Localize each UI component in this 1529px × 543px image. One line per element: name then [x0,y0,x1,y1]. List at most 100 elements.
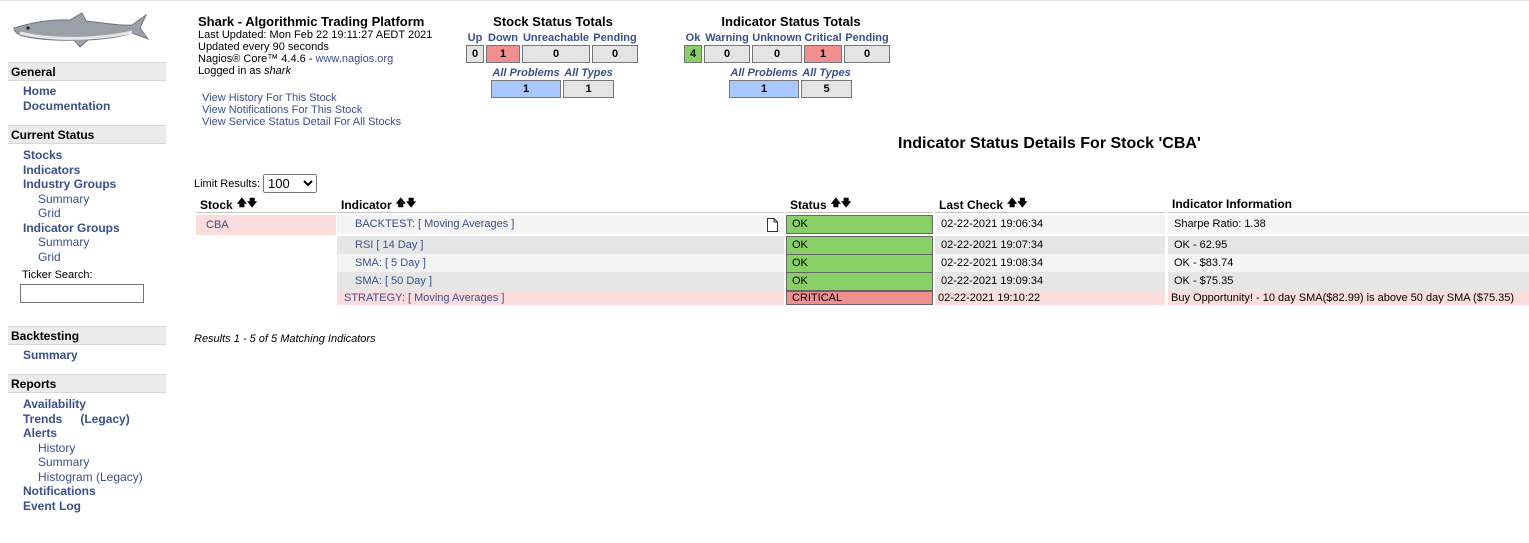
limit-results: Limit Results: 100 [194,174,318,193]
column-header-stock-label: Stock [200,198,233,212]
indicator-critical-count[interactable]: 1 [804,45,842,63]
nav-industry-groups-summary[interactable]: Summary [8,192,166,207]
view-service-status-link[interactable]: View Service Status Detail For All Stock… [202,116,401,128]
nav-backtesting: Backtesting Summary [8,326,166,363]
view-history-link[interactable]: View History For This Stock [202,92,401,104]
indicator-ok-label[interactable]: Ok [686,32,701,45]
ticker-search-label: Ticker Search: [22,269,93,281]
stock-down-label[interactable]: Down [488,32,518,45]
indicator-ok-count[interactable]: 4 [684,45,702,63]
nav-header-current-status: Current Status [8,125,166,144]
nav-indicators[interactable]: Indicators [8,163,166,178]
sort-arrows-icon[interactable]: 🡅🡇 [1007,198,1028,209]
stock-up-label[interactable]: Up [468,32,483,45]
nav-documentation[interactable]: Documentation [8,99,166,114]
nav-availability[interactable]: Availability [8,397,166,412]
last-check-cell: 02-22-2021 19:10:22 [935,291,1165,305]
update-interval: Updated every 90 seconds [198,41,329,53]
indicator-link-backtest[interactable]: BACKTEST: [ Moving Averages ] [343,218,514,230]
column-header-indicator-label: Indicator [341,198,392,212]
stock-all-types-label[interactable]: All Types [564,67,613,80]
nav-notifications[interactable]: Notifications [8,484,166,499]
platform-info: Shark - Algorithmic Trading Platform Las… [198,14,458,77]
stock-all-types-count[interactable]: 1 [563,80,614,98]
column-header-indicator-information: Indicator Information [1168,195,1529,213]
indicator-critical-label[interactable]: Critical [804,32,841,45]
nav-current-status: Current Status Stocks Indicators Industr… [8,125,166,303]
indicator-cell-strategy[interactable]: STRATEGY: [ Moving Averages ] [337,291,784,305]
nagios-link[interactable]: www.nagios.org [316,53,394,65]
column-header-status[interactable]: Status 🡅🡇 [786,195,933,213]
logged-in-user: shark [264,65,291,77]
view-notifications-link[interactable]: View Notifications For This Stock [202,104,401,116]
column-header-last-check[interactable]: Last Check 🡅🡇 [935,195,1165,213]
indicator-unknown-count[interactable]: 0 [752,45,802,63]
nav-trends-legacy[interactable]: (Legacy) [80,412,129,426]
stock-down-count[interactable]: 1 [486,45,520,63]
nav-header-backtesting: Backtesting [8,326,166,345]
sort-arrows-icon[interactable]: 🡅🡇 [831,198,852,209]
indicator-cell-sma-5[interactable]: SMA: [ 5 Day ] [337,254,784,273]
nav-alerts[interactable]: Alerts [8,426,166,441]
stock-cell[interactable]: CBA [196,215,336,235]
ticker-search-input[interactable] [20,284,144,303]
indicator-all-types-count[interactable]: 5 [801,80,852,98]
nav-general: General Home Documentation [8,62,166,113]
stock-all-problems-label[interactable]: All Problems [492,67,559,80]
stock-pending-count[interactable]: 0 [592,45,638,63]
indicator-all-problems-count[interactable]: 1 [729,80,799,98]
indicator-link-sma-5[interactable]: SMA: [ 5 Day ] [343,257,426,269]
nav-home[interactable]: Home [8,84,166,99]
nav-alerts-history[interactable]: History [8,441,166,456]
shark-logo[interactable] [10,11,150,53]
core-version-text: Nagios® Core™ 4.4.6 - [198,53,316,65]
last-check-cell: 02-22-2021 19:06:34 [935,215,1165,234]
nav-event-log[interactable]: Event Log [8,499,166,514]
stock-pending-label[interactable]: Pending [593,32,636,45]
document-icon[interactable] [767,218,778,232]
stock-unreachable-label[interactable]: Unreachable [523,32,589,45]
indicator-pending-count[interactable]: 0 [844,45,890,63]
column-header-indicator[interactable]: Indicator 🡅🡇 [337,195,784,213]
indicator-all-types-label[interactable]: All Types [802,67,851,80]
column-header-stock[interactable]: Stock 🡅🡇 [196,195,336,213]
status-badge: OK [786,215,933,234]
results-count: Results 1 - 5 of 5 Matching Indicators [194,333,376,345]
nav-indicator-groups-summary[interactable]: Summary [8,235,166,250]
nav-backtesting-summary[interactable]: Summary [8,348,166,363]
stock-link[interactable]: CBA [206,219,229,231]
indicator-link-rsi[interactable]: RSI [ 14 Day ] [343,239,423,251]
nav-indicator-groups[interactable]: Indicator Groups [8,221,166,236]
nav-industry-groups[interactable]: Industry Groups [8,177,166,192]
stock-totals-title: Stock Status Totals [493,14,613,29]
indicator-unknown-label[interactable]: Unknown [752,32,802,45]
indicator-info-cell: OK - 62.95 [1168,236,1529,255]
indicator-all-problems-label[interactable]: All Problems [730,67,797,80]
indicator-warning-count[interactable]: 0 [704,45,750,63]
indicator-status-totals: Indicator Status Totals Ok 4 Warning 0 Unk… [684,14,898,98]
nav-stocks[interactable]: Stocks [8,148,166,163]
indicator-info-cell: OK - $83.74 [1168,254,1529,273]
last-check-cell: 02-22-2021 19:09:34 [935,272,1165,291]
indicator-cell-rsi[interactable]: RSI [ 14 Day ] [337,236,784,255]
platform-title: Shark - Algorithmic Trading Platform [198,14,425,29]
nav-reports: Reports Availability Trends (Legacy) Aler… [8,374,166,513]
stock-up-count[interactable]: 0 [466,45,484,63]
limit-results-select[interactable]: 100 [263,174,318,193]
nav-indicator-groups-grid[interactable]: Grid [8,250,166,265]
sort-arrows-icon[interactable]: 🡅🡇 [396,198,417,209]
nav-trends[interactable]: Trends [23,412,62,426]
stock-all-problems-count[interactable]: 1 [491,80,561,98]
indicator-warning-label[interactable]: Warning [705,32,749,45]
nav-alerts-histogram[interactable]: Histogram (Legacy) [8,470,166,485]
indicator-cell-sma-50[interactable]: SMA: [ 50 Day ] [337,272,784,291]
nav-alerts-summary[interactable]: Summary [8,455,166,470]
indicator-pending-label[interactable]: Pending [845,32,888,45]
indicator-link-sma-50[interactable]: SMA: [ 50 Day ] [343,275,432,287]
sort-arrows-icon[interactable]: 🡅🡇 [237,198,258,209]
indicator-link-strategy[interactable]: STRATEGY: [ Moving Averages ] [344,292,504,304]
stock-unreachable-count[interactable]: 0 [522,45,590,63]
nav-industry-groups-grid[interactable]: Grid [8,206,166,221]
status-badge: OK [786,272,933,291]
indicator-cell-backtest[interactable]: BACKTEST: [ Moving Averages ] [337,215,784,234]
